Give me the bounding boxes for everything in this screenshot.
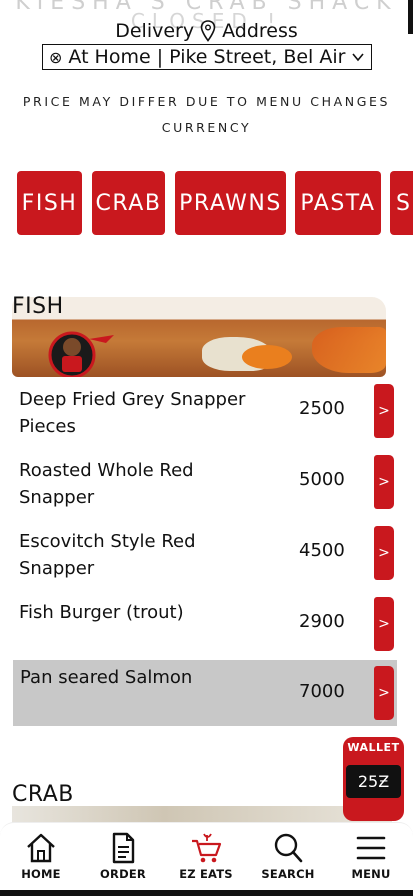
- menu-item-price: 4500: [299, 540, 345, 561]
- menu-item-name: Deep Fried Grey Snapper Pieces: [19, 389, 246, 437]
- hamburger-icon: [356, 836, 386, 860]
- crab-shack-logo-icon: [48, 331, 114, 377]
- menu-item-price: 5000: [299, 469, 345, 490]
- section-title-crab: CRAB: [12, 782, 74, 807]
- category-tab-crab[interactable]: CRAB: [92, 171, 165, 235]
- nav-ez-eats[interactable]: EZ EATS: [166, 831, 246, 881]
- nav-menu[interactable]: MENU: [331, 831, 411, 881]
- menu-item-selected[interactable]: Pan seared Salmon 7000 >: [13, 660, 397, 726]
- search-icon: [274, 833, 303, 863]
- wallet-balance: 25Ƶ: [346, 765, 401, 798]
- add-item-button[interactable]: >: [374, 526, 394, 580]
- nav-order-label: ORDER: [100, 867, 146, 881]
- nav-home-label: HOME: [21, 867, 61, 881]
- menu-item-name: Pan seared Salmon: [20, 667, 193, 688]
- nav-home[interactable]: HOME: [1, 831, 81, 881]
- menu-item[interactable]: Roasted Whole Red Snapper 5000 >: [12, 452, 398, 514]
- menu-item[interactable]: Fish Burger (trout) 2900 >: [12, 594, 398, 656]
- wallet-label: WALLET: [347, 741, 400, 754]
- menu-item-name: Fish Burger (trout): [19, 602, 184, 623]
- home-icon: [27, 833, 55, 863]
- menu-item-price: 2900: [299, 611, 345, 632]
- category-tab-fish[interactable]: FISH: [17, 171, 82, 235]
- cart-icon: [192, 833, 222, 863]
- menu-item-price: 2500: [299, 398, 345, 419]
- nav-menu-label: MENU: [351, 867, 391, 881]
- category-tab-more[interactable]: S: [390, 171, 413, 235]
- delivery-label[interactable]: Delivery: [115, 20, 194, 42]
- nav-search[interactable]: SEARCH: [248, 831, 328, 881]
- nav-order[interactable]: ORDER: [83, 831, 163, 881]
- wallet-button[interactable]: WALLET 25Ƶ: [343, 737, 404, 821]
- address-label[interactable]: Address: [222, 20, 298, 42]
- price-notice: PRICE MAY DIFFER DUE TO MENU CHANGES: [22, 94, 391, 109]
- menu-item-name: Roasted Whole Red Snapper: [19, 460, 194, 508]
- nav-search-label: SEARCH: [261, 867, 315, 881]
- menu-item-name: Escovitch Style Red Snapper: [19, 531, 196, 579]
- category-tab-prawns[interactable]: PRAWNS: [175, 171, 286, 235]
- add-item-button[interactable]: >: [374, 455, 394, 509]
- menu-item[interactable]: Escovitch Style Red Snapper 4500 >: [12, 523, 398, 585]
- add-item-button[interactable]: >: [374, 384, 394, 438]
- address-value: At Home | Pike Street, Bel Air F: [68, 46, 349, 68]
- add-item-button[interactable]: >: [374, 597, 394, 651]
- bottom-navigation: HOME ORDER EZ EATS SEARCH MENU: [0, 822, 413, 896]
- delivery-address-toggle[interactable]: Delivery Address: [0, 20, 413, 42]
- menu-item-price: 7000: [299, 681, 345, 702]
- section-title-fish: FISH: [12, 294, 64, 319]
- currency-notice: CURRENCY: [161, 120, 252, 135]
- category-tab-pasta[interactable]: PASTA: [295, 171, 381, 235]
- menu-item[interactable]: Deep Fried Grey Snapper Pieces 2500 >: [12, 381, 398, 443]
- nav-ez-eats-label: EZ EATS: [179, 867, 233, 881]
- category-tabs: FISH CRAB PRAWNS PASTA S: [17, 171, 413, 235]
- add-item-button[interactable]: >: [374, 666, 394, 720]
- chevron-down-icon: [352, 53, 364, 62]
- home-indicator-bar: [0, 890, 413, 896]
- fish-section-banner: [12, 297, 386, 377]
- document-icon: [112, 832, 135, 864]
- clear-circle-icon[interactable]: ⊗: [49, 48, 62, 67]
- location-pin-icon: [200, 20, 216, 42]
- address-select[interactable]: ⊗ At Home | Pike Street, Bel Air F: [42, 44, 372, 70]
